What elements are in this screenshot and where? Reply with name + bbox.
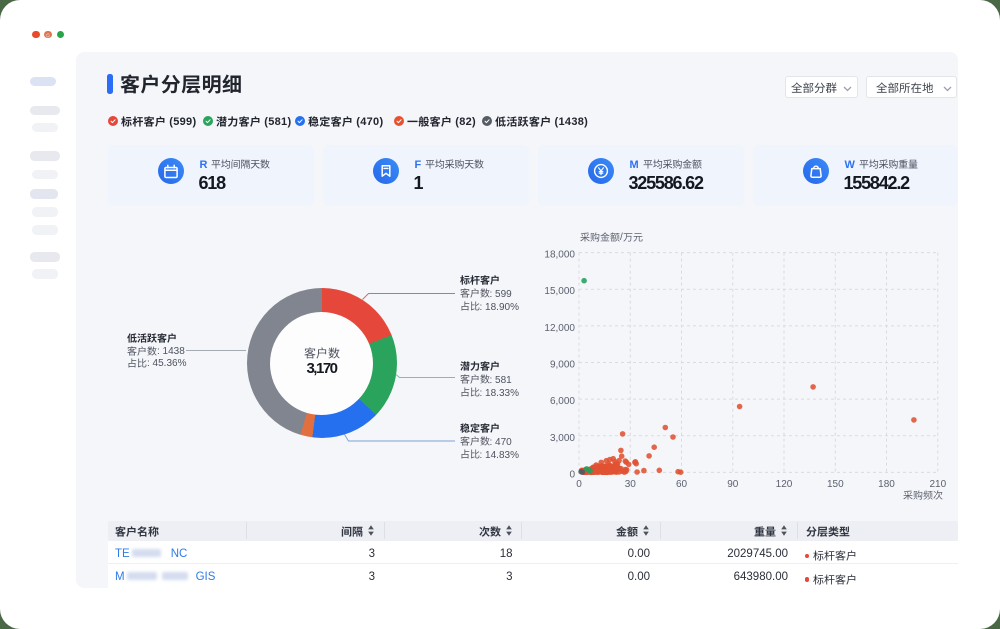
svg-text:12,000: 12,000 (544, 323, 575, 334)
svg-text:180: 180 (878, 479, 895, 490)
svg-text:6,000: 6,000 (550, 396, 575, 407)
svg-text:0: 0 (576, 479, 582, 490)
svg-text:60: 60 (676, 479, 688, 490)
svg-text:0: 0 (569, 469, 575, 480)
svg-text:3,000: 3,000 (550, 433, 575, 444)
svg-text:30: 30 (625, 479, 637, 490)
svg-text:9,000: 9,000 (550, 360, 575, 371)
svg-text:90: 90 (727, 479, 739, 490)
svg-text:15,000: 15,000 (544, 286, 575, 297)
svg-text:18,000: 18,000 (544, 250, 575, 261)
svg-text:150: 150 (827, 479, 844, 490)
svg-text:120: 120 (776, 479, 793, 490)
